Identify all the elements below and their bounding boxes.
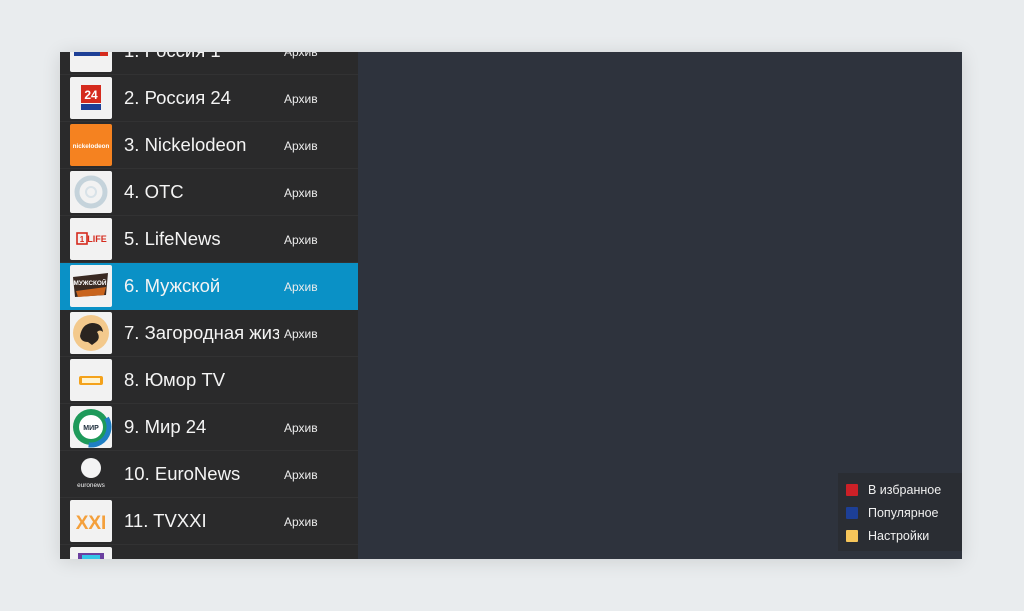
channel-name: 9. Мир 24 <box>124 416 207 437</box>
mir24-logo: МИР <box>70 406 112 448</box>
svg-text:24: 24 <box>84 88 98 102</box>
channel-row[interactable]: 1 LIFE 5. LifeNews Архив <box>60 216 358 263</box>
channel-name: 7. Загородная жизнь <box>124 322 279 343</box>
tvxxi-logo: XXI <box>70 500 112 542</box>
zagorodnaya-logo <box>70 312 112 354</box>
svg-text:euronews: euronews <box>77 482 105 489</box>
legend-item-popular[interactable]: Популярное <box>846 504 939 522</box>
legend-label: В избранное <box>868 483 942 497</box>
channel-row[interactable]: 1. Россия 1 Архив <box>60 52 358 75</box>
legend-label: Популярное <box>868 506 939 520</box>
channel-row[interactable]: 24 2. Россия 24 Архив <box>60 75 358 122</box>
yellow-key-icon <box>846 530 858 542</box>
rossiya1-logo <box>70 52 112 72</box>
archive-label[interactable]: Архив <box>284 52 318 59</box>
musicbox-logo <box>70 547 112 559</box>
channel-row[interactable]: euronews 10. EuroNews Архив <box>60 451 358 498</box>
channel-name: 1. Россия 1 <box>124 52 279 62</box>
channel-row[interactable]: 4. ОТС Архив <box>60 169 358 216</box>
archive-label[interactable]: Архив <box>284 186 318 200</box>
remote-keys-legend: В избранное Популярное Настройки <box>838 473 962 551</box>
svg-text:1: 1 <box>80 235 85 244</box>
channel-name: 12. Music Box TV <box>124 557 279 559</box>
archive-label[interactable]: Архив <box>284 139 318 153</box>
legend-label: Настройки <box>868 529 930 543</box>
svg-text:МИР: МИР <box>83 425 99 432</box>
archive-label[interactable]: Архив <box>284 515 318 529</box>
nickelodeon-logo: nickelodeon <box>70 124 112 166</box>
red-key-icon <box>846 484 858 496</box>
svg-text:МУЖСКОЙ: МУЖСКОЙ <box>74 278 107 287</box>
otc-logo <box>70 171 112 213</box>
channel-name: 11. TVXXI <box>124 510 207 531</box>
archive-label[interactable]: Архив <box>284 92 318 106</box>
channel-row[interactable]: 7. Загородная жизнь Архив <box>60 310 358 357</box>
channel-row[interactable]: nickelodeon 3. Nickelodeon Архив <box>60 122 358 169</box>
channel-row[interactable]: 8. Юмор TV <box>60 357 358 404</box>
channel-row[interactable]: XXI 11. TVXXI Архив <box>60 498 358 545</box>
euronews-logo: euronews <box>70 453 112 495</box>
channel-name: 6. Мужской <box>124 275 221 296</box>
channel-name: 3. Nickelodeon <box>124 134 247 155</box>
channel-name: 8. Юмор TV <box>124 369 226 390</box>
channel-row[interactable]: МУЖСКОЙ 6. Мужской Архив <box>60 263 358 310</box>
legend-item-settings[interactable]: Настройки <box>846 527 929 545</box>
svg-text:XXI: XXI <box>76 513 107 534</box>
archive-label[interactable]: Архив <box>284 468 318 482</box>
channel-row[interactable]: 12. Music Box TV <box>60 545 358 559</box>
channel-name: 2. Россия 24 <box>124 87 231 108</box>
legend-item-favorites[interactable]: В избранное <box>846 481 941 499</box>
svg-text:LIFE: LIFE <box>87 234 107 244</box>
channel-name: 4. ОТС <box>124 181 184 202</box>
archive-label[interactable]: Архив <box>284 233 318 247</box>
channel-row[interactable]: МИР 9. Мир 24 Архив <box>60 404 358 451</box>
archive-label[interactable]: Архив <box>284 280 318 294</box>
muzhskoy-logo: МУЖСКОЙ <box>70 265 112 307</box>
tv-screen: 1. Россия 1Архив242. Россия 24Архивnicke… <box>60 52 962 559</box>
svg-text:nickelodeon: nickelodeon <box>73 143 110 150</box>
channel-list[interactable]: 1. Россия 1Архив242. Россия 24Архивnicke… <box>60 52 358 559</box>
yumor-tv-logo <box>70 359 112 401</box>
channel-name: 5. LifeNews <box>124 228 221 249</box>
blue-key-icon <box>846 507 858 519</box>
archive-label[interactable]: Архив <box>284 327 318 341</box>
archive-label[interactable]: Архив <box>284 421 318 435</box>
lifenews-logo: 1 LIFE <box>70 218 112 260</box>
rossiya24-logo: 24 <box>70 77 112 119</box>
channel-name: 10. EuroNews <box>124 463 241 484</box>
